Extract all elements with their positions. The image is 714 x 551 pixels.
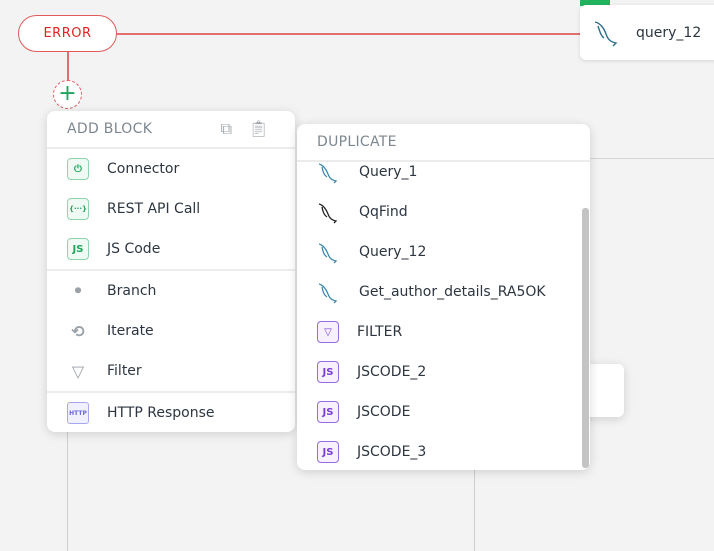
add-block-menu: ADD BLOCK ⧉ 📋︎ ⏻ Connector {···} REST API … <box>47 111 295 432</box>
mysql-icon <box>318 163 338 184</box>
filter-icon: ▽ <box>317 321 339 343</box>
duplicate-item[interactable]: Get_author_details_RA5OK <box>297 272 590 312</box>
menu-item-branch[interactable]: ꔷ Branch <box>47 271 295 311</box>
duplicate-item[interactable]: ▽ FILTER <box>297 312 590 352</box>
duplicate-item-label: JSCODE_3 <box>357 444 427 460</box>
menu-item-iterate[interactable]: ⟲ Iterate <box>47 311 295 351</box>
menu-item-label: Iterate <box>107 323 154 339</box>
mongodb-icon <box>318 203 338 224</box>
mysql-icon <box>318 243 338 264</box>
duplicate-item-label: JSCODE_2 <box>357 364 427 380</box>
js-icon: JS <box>317 361 339 383</box>
js-icon: JS <box>67 238 89 260</box>
plug-icon: ⏻ <box>67 158 89 180</box>
duplicate-item[interactable]: JS JSCODE <box>297 392 590 432</box>
duplicate-title: DUPLICATE <box>317 134 397 150</box>
http-response-icon: HTTP <box>67 402 89 424</box>
duplicate-item-label: Query_12 <box>359 244 427 260</box>
mysql-icon <box>318 283 338 304</box>
braces-icon: {···} <box>67 198 89 220</box>
js-icon: JS <box>317 401 339 423</box>
connector-line <box>117 33 580 35</box>
menu-item-js-code[interactable]: JS JS Code <box>47 229 295 269</box>
duplicate-icon[interactable]: ⧉ <box>221 119 233 139</box>
paste-icon[interactable]: 📋︎ <box>248 119 269 139</box>
menu-item-rest-api-call[interactable]: {···} REST API Call <box>47 189 295 229</box>
menu-item-label: HTTP Response <box>107 405 215 421</box>
menu-item-connector[interactable]: ⏻ Connector <box>47 149 295 189</box>
menu-item-label: REST API Call <box>107 201 201 217</box>
duplicate-item-label: QqFind <box>359 204 408 220</box>
duplicate-item-label: JSCODE <box>357 404 411 420</box>
duplicate-item[interactable]: JS JSCODE_3 <box>297 432 590 470</box>
query-node[interactable]: query_12 <box>580 5 714 60</box>
duplicate-item[interactable]: QqFind <box>297 192 590 232</box>
mysql-dolphin-icon <box>594 20 618 46</box>
duplicate-item[interactable]: Query_1 <box>297 152 590 192</box>
duplicate-item-label: FILTER <box>357 324 403 340</box>
duplicate-item-label: Get_author_details_RA5OK <box>359 284 546 300</box>
menu-item-http-response[interactable]: HTTP HTTP Response <box>47 393 295 433</box>
connector-line <box>67 430 68 551</box>
menu-item-filter[interactable]: ▽ Filter <box>47 351 295 391</box>
connector-line <box>474 465 475 551</box>
connector-line <box>590 158 714 159</box>
iterate-icon: ⟲ <box>71 321 85 341</box>
add-block-button[interactable]: + <box>53 80 82 109</box>
duplicate-item-label: Query_1 <box>359 164 418 180</box>
menu-item-label: JS Code <box>107 241 161 257</box>
js-icon: JS <box>317 441 339 463</box>
filter-icon: ▽ <box>71 361 85 381</box>
connector-line <box>67 52 69 80</box>
branch-icon: ꔷ <box>74 281 82 300</box>
menu-item-label: Connector <box>107 161 180 177</box>
duplicate-item[interactable]: JS JSCODE_2 <box>297 352 590 392</box>
scrollbar-thumb[interactable] <box>582 208 589 468</box>
add-block-title: ADD BLOCK <box>67 121 153 137</box>
menu-item-label: Filter <box>107 363 142 379</box>
menu-item-label: Branch <box>107 283 157 299</box>
duplicate-item[interactable]: Query_12 <box>297 232 590 272</box>
error-node[interactable]: ERROR <box>18 15 117 52</box>
duplicate-menu: DUPLICATE Query_1 QqFind Query_12 Get_autho… <box>297 124 590 470</box>
query-node-label: query_12 <box>636 24 702 41</box>
